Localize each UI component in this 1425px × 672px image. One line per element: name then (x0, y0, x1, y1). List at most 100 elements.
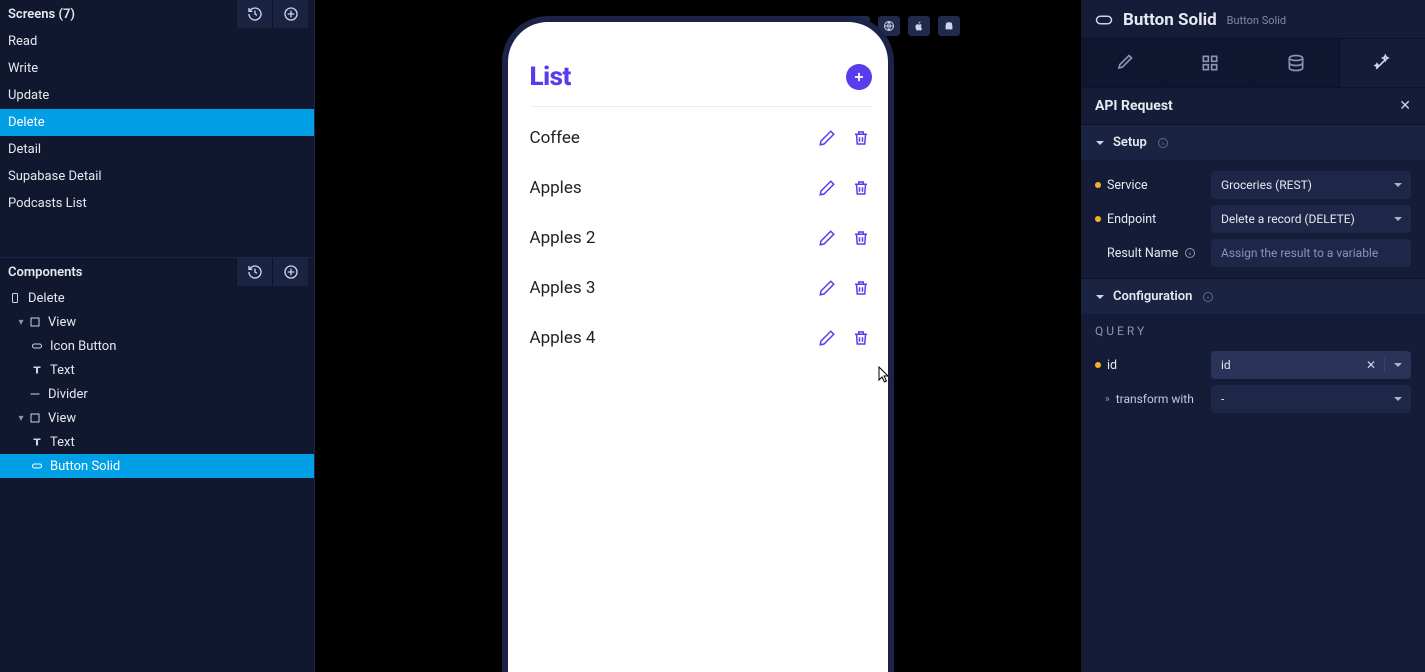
trash-icon[interactable] (852, 179, 870, 197)
device-ios-button[interactable] (908, 16, 930, 36)
result-name-input[interactable]: Assign the result to a variable (1211, 239, 1411, 267)
id-select[interactable]: id ✕ (1211, 351, 1411, 379)
components-history-button[interactable] (236, 258, 272, 286)
tab-data[interactable] (1254, 39, 1340, 87)
component-name: Button Solid (1123, 10, 1217, 30)
tree-label: Button Solid (50, 459, 120, 474)
transform-label: transform with (1116, 392, 1194, 406)
component-sub: Button Solid (1227, 14, 1286, 27)
pencil-icon[interactable] (818, 229, 836, 247)
close-section-button[interactable]: ✕ (1399, 98, 1411, 114)
tab-style[interactable] (1081, 39, 1167, 87)
pencil-icon[interactable] (818, 329, 836, 347)
trash-icon[interactable] (852, 329, 870, 347)
pencil-icon[interactable] (818, 129, 836, 147)
button-icon (1095, 14, 1113, 26)
transform-value: - (1221, 392, 1224, 406)
chevron-down-icon (1393, 394, 1403, 404)
tree-node-view-2[interactable]: ▾ View (0, 406, 314, 430)
tree-node-view-1[interactable]: ▾ View (0, 310, 314, 334)
id-value: id (1221, 358, 1231, 372)
list-item[interactable]: Coffee (530, 113, 872, 163)
info-icon (1157, 137, 1169, 149)
pencil-icon[interactable] (818, 279, 836, 297)
list-item-label: Apples 2 (530, 228, 596, 248)
info-icon (1202, 291, 1214, 303)
screen-item[interactable]: Detail (0, 136, 314, 163)
list-item-label: Apples 4 (530, 328, 596, 348)
endpoint-label: Endpoint (1107, 212, 1156, 227)
clear-id-button[interactable]: ✕ (1366, 358, 1376, 372)
trash-icon[interactable] (852, 279, 870, 297)
trash-icon[interactable] (852, 229, 870, 247)
chevron-down-icon (1095, 138, 1105, 148)
globe-icon (883, 20, 895, 32)
icon-button-icon (30, 339, 44, 353)
screen-item[interactable]: Podcasts List (0, 190, 314, 217)
tree-label: View (48, 411, 76, 426)
list-item[interactable]: Apples 4 (530, 313, 872, 363)
add-screen-button[interactable] (272, 0, 308, 28)
service-select[interactable]: Groceries (REST) (1211, 171, 1411, 199)
canvas[interactable]: List Coffee Apples Apples 2 Apples 3 (315, 0, 1080, 672)
divider-icon (28, 387, 42, 401)
configuration-header[interactable]: Configuration (1081, 278, 1425, 314)
query-label: QUERY (1081, 314, 1425, 340)
chevron-down-icon (1393, 180, 1403, 190)
screen-item[interactable]: Update (0, 82, 314, 109)
tab-layout[interactable] (1167, 39, 1253, 87)
pencil-icon[interactable] (818, 179, 836, 197)
screen-item[interactable]: Delete (0, 109, 314, 136)
tree-label: Delete (28, 291, 65, 306)
list-item[interactable]: Apples 2 (530, 213, 872, 263)
setup-header[interactable]: Setup (1081, 124, 1425, 160)
tree-node-delete[interactable]: Delete (0, 286, 314, 310)
plus-circle-icon (283, 264, 299, 280)
list-item-label: Coffee (530, 128, 580, 148)
history-icon-button[interactable] (236, 0, 272, 28)
add-item-button[interactable] (846, 64, 872, 90)
transform-select[interactable]: - (1211, 385, 1411, 413)
screens-title: Screens (7) (6, 7, 75, 22)
endpoint-select[interactable]: Delete a record (DELETE) (1211, 205, 1411, 233)
screen-item[interactable]: Supabase Detail (0, 163, 314, 190)
list-item-label: Apples 3 (530, 278, 596, 298)
trash-icon[interactable] (852, 129, 870, 147)
endpoint-value: Delete a record (DELETE) (1221, 212, 1355, 226)
tree-node-icon-button[interactable]: Icon Button (0, 334, 314, 358)
add-component-button[interactable] (272, 258, 308, 286)
tab-actions[interactable] (1340, 39, 1425, 87)
required-dot-icon (1095, 182, 1101, 188)
tree-node-divider[interactable]: Divider (0, 382, 314, 406)
caret-down-icon: ▾ (16, 413, 26, 424)
tree-label: Icon Button (50, 339, 116, 354)
screen-item[interactable]: Read (0, 28, 314, 55)
text-icon (30, 363, 44, 377)
setup-label: Setup (1113, 135, 1147, 150)
magic-icon (1372, 53, 1392, 73)
chevron-down-icon (1393, 214, 1403, 224)
device-android-button[interactable] (938, 16, 960, 36)
tree-node-button-solid[interactable]: Button Solid (0, 454, 314, 478)
text-icon (30, 435, 44, 449)
angle-icon: » (1105, 394, 1110, 405)
info-icon (1184, 247, 1196, 259)
tree-node-text-1[interactable]: Text (0, 358, 314, 382)
components-header: Components (0, 258, 314, 286)
history-icon (247, 264, 263, 280)
id-label: id (1107, 358, 1117, 373)
brush-icon (1114, 53, 1134, 73)
tree-label: Divider (48, 387, 88, 402)
config-label: Configuration (1113, 289, 1192, 304)
tree-node-text-2[interactable]: Text (0, 430, 314, 454)
plus-icon (852, 70, 866, 84)
android-icon (943, 20, 955, 32)
screen-item[interactable]: Write (0, 55, 314, 82)
inspector-header: Button Solid Button Solid (1081, 0, 1425, 38)
device-frame: List Coffee Apples Apples 2 Apples 3 (502, 16, 894, 672)
screens-header: Screens (7) (0, 0, 314, 28)
layout-icon (1200, 53, 1220, 73)
list-item[interactable]: Apples (530, 163, 872, 213)
list-item[interactable]: Apples 3 (530, 263, 872, 313)
tree-label: View (48, 315, 76, 330)
